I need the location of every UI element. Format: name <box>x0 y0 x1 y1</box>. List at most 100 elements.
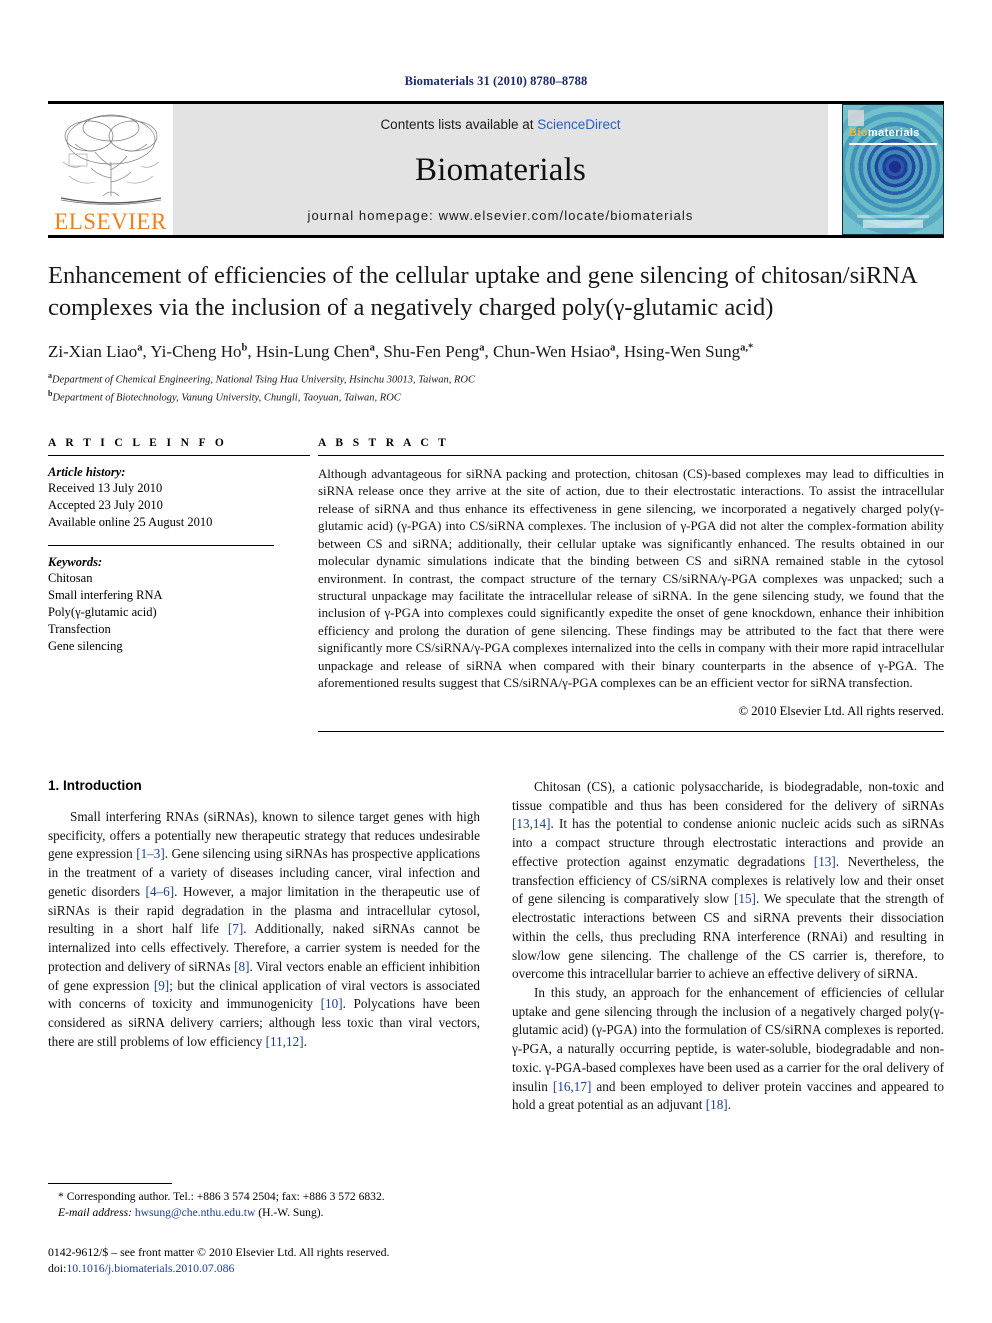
author-name: Chun-Wen Hsiao <box>493 341 611 361</box>
email-link[interactable]: hwsung@che.nthu.edu.tw <box>135 1206 255 1219</box>
doi-link[interactable]: 10.1016/j.biomaterials.2010.07.086 <box>66 1261 234 1275</box>
abstract-text: Although advantageous for siRNA packing … <box>318 466 944 691</box>
affiliation-text: Department of Chemical Engineering, Nati… <box>52 374 476 386</box>
article-info-rule <box>48 454 310 456</box>
cover-title-materials: materials <box>867 127 920 139</box>
abstract-copyright: © 2010 Elsevier Ltd. All rights reserved… <box>738 703 944 718</box>
citation-link[interactable]: [8] <box>234 959 249 974</box>
article-history-item: Accepted 23 July 2010 <box>48 497 163 512</box>
body-column-right: Chitosan (CS), a cationic polysaccharide… <box>512 778 944 1115</box>
abstract-rule <box>318 454 944 456</box>
email-label: E-mail address: <box>58 1206 132 1220</box>
citation-link[interactable]: [7] <box>228 921 243 936</box>
email-note: E-mail address: hwsung@che.nthu.edu.tw (… <box>48 1205 480 1221</box>
body-column-left: 1. Introduction Small interfering RNAs (… <box>48 778 480 1115</box>
article-history-label: Article history: <box>48 464 126 479</box>
cover-title-underline <box>849 143 937 145</box>
paper-page: Biomaterials 31 (2010) 8780–8788 ELSEVIE… <box>0 0 992 1323</box>
elsevier-logo: ELSEVIER <box>48 104 173 235</box>
banner-center: Contents lists available at ScienceDirec… <box>173 104 828 235</box>
affiliation: bDepartment of Biotechnology, Vanung Uni… <box>48 388 944 406</box>
keywords-label: Keywords: <box>48 554 103 569</box>
corresponding-author-note: * Corresponding author. Tel.: +886 3 574… <box>58 1190 385 1204</box>
author-affil-marker: a <box>479 342 485 354</box>
doi-label: doi: <box>48 1261 67 1276</box>
text-run: Chitosan (CS), a cationic polysaccharide… <box>512 778 944 813</box>
info-abstract-region: A R T I C L E I N F O Article history: R… <box>48 437 944 732</box>
author-name: Hsing-Wen Sung <box>623 341 741 361</box>
running-head: Biomaterials 31 (2010) 8780–8788 <box>404 74 588 88</box>
journal-cover-thumbnail: Biomaterials <box>842 104 944 235</box>
citation-link[interactable]: [10] <box>321 996 343 1011</box>
cover-title-bio: Bio <box>849 127 868 139</box>
keyword-item: Chitosan <box>48 570 93 585</box>
keyword-item: Poly(γ-glutamic acid) <box>48 604 157 619</box>
intro-paragraph-right-2: In this study, an approach for the enhan… <box>512 984 944 1115</box>
citation-link[interactable]: [4–6] <box>146 884 175 899</box>
citation-link[interactable]: [13] <box>814 854 836 869</box>
journal-title: Biomaterials <box>414 151 587 188</box>
author: Yi-Cheng Hob <box>150 342 247 361</box>
author: Zi-Xian Liaoa <box>48 342 142 361</box>
keyword-item: Gene silencing <box>48 638 123 653</box>
cover-title: Biomaterials <box>849 127 920 139</box>
affiliation-text: Department of Biotechnology, Vanung Univ… <box>52 392 401 404</box>
elsevier-tree-icon <box>55 110 167 210</box>
journal-homepage-link[interactable]: journal homepage: www.elsevier.com/locat… <box>307 208 693 223</box>
citation-link[interactable]: [1–3] <box>136 846 165 861</box>
author-affil-marker: a <box>369 342 375 354</box>
affiliation-list: aDepartment of Chemical Engineering, Nat… <box>48 370 944 407</box>
abstract-column: A B S T R A C T Although advantageous fo… <box>318 437 944 732</box>
author-affil-marker: a <box>610 342 616 354</box>
keywords-divider <box>48 544 274 546</box>
author-name: Hsin-Lung Chen <box>255 341 370 361</box>
citation-link[interactable]: [11,12] <box>266 1034 304 1049</box>
contents-prefix: Contents lists available at <box>380 117 538 132</box>
elsevier-wordmark: ELSEVIER <box>54 209 167 234</box>
text-run: . <box>727 1097 731 1113</box>
author: Shu-Fen Penga <box>383 342 484 361</box>
abstract-bottom-rule <box>318 730 944 732</box>
article-history-item: Received 13 July 2010 <box>48 480 163 495</box>
cover-elsevier-mark-icon <box>848 110 864 126</box>
author-name: Zi-Xian Liao <box>48 341 138 361</box>
affiliation: aDepartment of Chemical Engineering, Nat… <box>48 370 944 388</box>
title-block: Enhancement of efficiencies of the cellu… <box>48 238 944 407</box>
article-info-column: A R T I C L E I N F O Article history: R… <box>48 437 310 732</box>
body-columns: 1. Introduction Small interfering RNAs (… <box>48 778 944 1115</box>
text-run: In this study, an approach for the enhan… <box>512 984 944 1094</box>
abstract-heading: A B S T R A C T <box>318 436 450 449</box>
article-info-heading: A R T I C L E I N F O <box>48 436 228 449</box>
citation-link[interactable]: [13,14] <box>512 816 550 831</box>
citation-link[interactable]: [18] <box>706 1097 728 1112</box>
keyword-item: Transfection <box>48 621 111 636</box>
author-name: Shu-Fen Peng <box>383 341 480 361</box>
citation-link[interactable]: [15] <box>734 891 756 906</box>
author-list: Zi-Xian Liaoa, Yi-Cheng Hob, Hsin-Lung C… <box>48 341 754 361</box>
author-name: Yi-Cheng Ho <box>150 341 242 361</box>
author-affil-marker: a <box>137 342 143 354</box>
citation-link[interactable]: [9] <box>154 978 169 993</box>
sciencedirect-link[interactable]: ScienceDirect <box>537 117 620 132</box>
author: Hsin-Lung Chena <box>256 342 375 361</box>
issn-line: 0142-9612/$ – see front matter © 2010 El… <box>48 1244 390 1259</box>
intro-paragraph-right-1: Chitosan (CS), a cationic polysaccharide… <box>512 778 944 984</box>
page-title: Enhancement of efficiencies of the cellu… <box>48 262 917 321</box>
section-heading-introduction: 1. Introduction <box>48 777 142 793</box>
issn-copyright-block: 0142-9612/$ – see front matter © 2010 El… <box>48 1244 480 1278</box>
keyword-item: Small interfering RNA <box>48 587 163 602</box>
cover-footer-block <box>863 220 923 228</box>
author: Chun-Wen Hsiaoa <box>493 342 615 361</box>
citation-link[interactable]: [16,17] <box>553 1079 591 1094</box>
author-affil-marker: a,* <box>740 342 754 354</box>
article-history-item: Available online 25 August 2010 <box>48 514 213 529</box>
footnote-area: * Corresponding author. Tel.: +886 3 574… <box>48 1183 480 1277</box>
doi-line: doi:10.1016/j.biomaterials.2010.07.086 <box>48 1260 480 1277</box>
contents-available-line: Contents lists available at ScienceDirec… <box>380 117 620 132</box>
footnote-divider <box>48 1183 172 1185</box>
email-owner: (H.-W. Sung). <box>258 1206 324 1220</box>
intro-paragraph-left: Small interfering RNAs (siRNAs), known t… <box>48 808 480 1052</box>
cover-footer-rule <box>857 215 929 218</box>
author: Hsing-Wen Sunga,* <box>624 342 753 361</box>
journal-banner: ELSEVIER Contents lists available at Sci… <box>48 104 944 235</box>
